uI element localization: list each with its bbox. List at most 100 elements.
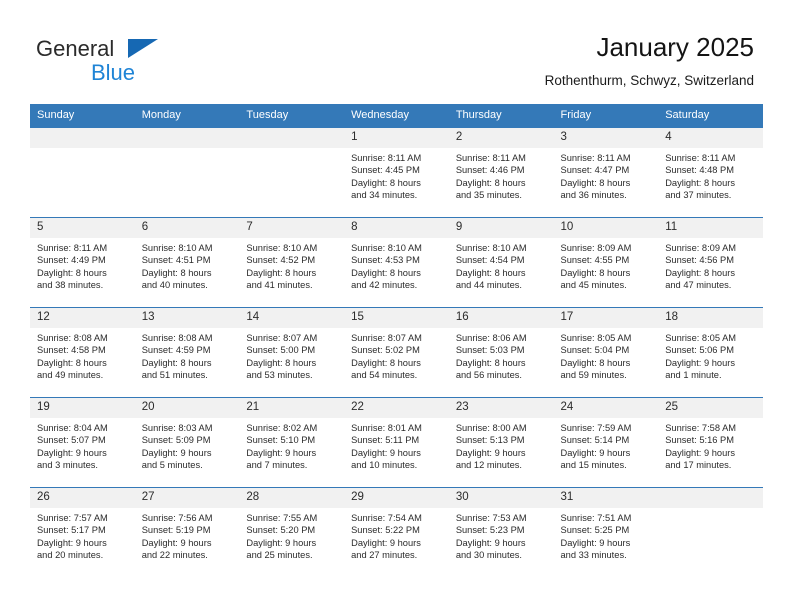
calendar-day-cell[interactable]: 20 Sunrise: 8:03 AM Sunset: 5:09 PM Dayligh… (134, 397, 240, 487)
day-number: 30 (448, 488, 554, 508)
day-cell-15[interactable]: 15 Sunrise: 8:07 AM Sunset: 5:02 PM Dayligh… (344, 307, 449, 397)
day-info-line: Daylight: 8 hours (560, 177, 631, 188)
day-number: 21 (239, 398, 345, 418)
day-info-line: Daylight: 9 hours (455, 447, 526, 458)
day-cell-10[interactable]: 10 Sunrise: 8:09 AM Sunset: 4:55 PM Dayligh… (553, 217, 659, 307)
day-cell-8[interactable]: 8 Sunrise: 8:10 AM Sunset: 4:53 PM Daylight… (344, 217, 449, 307)
calendar-day-cell[interactable]: 10 Sunrise: 8:09 AM Sunset: 4:55 PM Dayligh… (553, 217, 659, 307)
day-cell-20[interactable]: 20 Sunrise: 8:03 AM Sunset: 5:09 PM Dayligh… (134, 397, 240, 487)
day-cell-16[interactable]: 16 Sunrise: 8:06 AM Sunset: 5:03 PM Dayligh… (448, 307, 554, 397)
day-number: 8 (344, 218, 449, 238)
day-sun-info: Sunrise: 8:07 AM Sunset: 5:00 PM Daylight:… (239, 328, 344, 382)
day-cell-18[interactable]: 18 Sunrise: 8:05 AM Sunset: 5:06 PM Dayligh… (658, 307, 763, 397)
calendar-day-cell[interactable]: 17 Sunrise: 8:05 AM Sunset: 5:04 PM Dayligh… (553, 307, 659, 397)
day-info-line: Sunset: 4:45 PM (351, 165, 420, 176)
calendar-day-cell[interactable] (30, 127, 135, 217)
calendar-day-cell[interactable]: 3 Sunrise: 8:11 AM Sunset: 4:47 PM Daylight… (553, 127, 659, 217)
day-info-line: Sunrise: 8:08 AM (141, 333, 213, 343)
calendar-day-cell[interactable]: 29 Sunrise: 7:54 AM Sunset: 5:22 PM Dayligh… (344, 487, 449, 577)
calendar-day-cell[interactable]: 16 Sunrise: 8:06 AM Sunset: 5:03 PM Dayligh… (448, 307, 554, 397)
calendar-day-cell[interactable]: 30 Sunrise: 7:53 AM Sunset: 5:23 PM Dayligh… (448, 487, 554, 577)
day-info-line: and 35 minutes. (455, 190, 522, 201)
day-info-line: Sunrise: 8:08 AM (37, 333, 108, 343)
calendar-day-cell[interactable] (658, 487, 763, 577)
calendar-day-cell[interactable]: 13 Sunrise: 8:08 AM Sunset: 4:59 PM Dayligh… (134, 307, 240, 397)
day-sun-info: Sunrise: 8:10 AM Sunset: 4:53 PM Daylight:… (344, 238, 449, 292)
day-cell-23[interactable]: 23 Sunrise: 8:00 AM Sunset: 5:13 PM Dayligh… (448, 397, 554, 487)
day-cell-31[interactable]: 31 Sunrise: 7:51 AM Sunset: 5:25 PM Dayligh… (553, 487, 659, 577)
day-info-line: Sunrise: 8:02 AM (246, 423, 318, 433)
day-info-line: Daylight: 8 hours (246, 357, 317, 368)
day-cell-13[interactable]: 13 Sunrise: 8:08 AM Sunset: 4:59 PM Dayligh… (134, 307, 240, 397)
day-cell-11[interactable]: 11 Sunrise: 8:09 AM Sunset: 4:56 PM Dayligh… (658, 217, 763, 307)
day-cell-22[interactable]: 22 Sunrise: 8:01 AM Sunset: 5:11 PM Dayligh… (344, 397, 449, 487)
day-info-line: and 49 minutes. (37, 370, 104, 381)
day-number: 18 (658, 308, 763, 328)
calendar-day-cell[interactable]: 11 Sunrise: 8:09 AM Sunset: 4:56 PM Dayligh… (658, 217, 763, 307)
day-cell-5[interactable]: 5 Sunrise: 8:11 AM Sunset: 4:49 PM Daylight… (30, 217, 135, 307)
day-cell-28[interactable]: 28 Sunrise: 7:55 AM Sunset: 5:20 PM Dayligh… (239, 487, 345, 577)
day-cell-2[interactable]: 2 Sunrise: 8:11 AM Sunset: 4:46 PM Daylight… (448, 127, 554, 217)
day-cell-17[interactable]: 17 Sunrise: 8:05 AM Sunset: 5:04 PM Dayligh… (553, 307, 659, 397)
calendar-day-cell[interactable]: 21 Sunrise: 8:02 AM Sunset: 5:10 PM Dayligh… (239, 397, 345, 487)
day-cell-27[interactable]: 27 Sunrise: 7:56 AM Sunset: 5:19 PM Dayligh… (134, 487, 240, 577)
calendar-day-cell[interactable] (239, 127, 345, 217)
calendar-day-cell[interactable]: 22 Sunrise: 8:01 AM Sunset: 5:11 PM Dayligh… (344, 397, 449, 487)
calendar-day-cell[interactable]: 2 Sunrise: 8:11 AM Sunset: 4:46 PM Daylight… (448, 127, 554, 217)
day-sun-info: Sunrise: 8:11 AM Sunset: 4:46 PM Daylight:… (449, 148, 554, 202)
calendar-day-cell[interactable]: 12 Sunrise: 8:08 AM Sunset: 4:58 PM Dayligh… (30, 307, 135, 397)
calendar-day-cell[interactable]: 7 Sunrise: 8:10 AM Sunset: 4:52 PM Daylight… (239, 217, 345, 307)
day-info-line: Sunset: 5:23 PM (455, 525, 525, 536)
day-info-line: Sunset: 5:13 PM (455, 435, 525, 446)
day-cell-25[interactable]: 25 Sunrise: 7:58 AM Sunset: 5:16 PM Dayligh… (658, 397, 763, 487)
day-info-line: Sunrise: 8:11 AM (560, 153, 631, 163)
day-cell-30[interactable]: 30 Sunrise: 7:53 AM Sunset: 5:23 PM Dayligh… (448, 487, 554, 577)
day-cell-21[interactable]: 21 Sunrise: 8:02 AM Sunset: 5:10 PM Dayligh… (239, 397, 345, 487)
day-info-line: and 40 minutes. (141, 280, 208, 291)
day-cell-19[interactable]: 19 Sunrise: 8:04 AM Sunset: 5:07 PM Dayligh… (30, 397, 135, 487)
day-cell-4[interactable]: 4 Sunrise: 8:11 AM Sunset: 4:48 PM Daylight… (658, 127, 763, 217)
day-cell-7[interactable]: 7 Sunrise: 8:10 AM Sunset: 4:52 PM Daylight… (239, 217, 345, 307)
day-cell-1[interactable]: 1 Sunrise: 8:11 AM Sunset: 4:45 PM Daylight… (344, 127, 449, 217)
calendar-day-cell[interactable]: 28 Sunrise: 7:55 AM Sunset: 5:20 PM Dayligh… (239, 487, 345, 577)
day-info-line: Sunset: 5:10 PM (246, 435, 316, 446)
day-cell-14[interactable]: 14 Sunrise: 8:07 AM Sunset: 5:00 PM Dayligh… (239, 307, 345, 397)
day-sun-info: Sunrise: 7:58 AM Sunset: 5:16 PM Daylight:… (658, 418, 763, 472)
calendar-day-cell[interactable]: 23 Sunrise: 8:00 AM Sunset: 5:13 PM Dayligh… (448, 397, 554, 487)
calendar-day-cell[interactable]: 14 Sunrise: 8:07 AM Sunset: 5:00 PM Dayligh… (239, 307, 345, 397)
calendar-day-cell[interactable]: 15 Sunrise: 8:07 AM Sunset: 5:02 PM Dayligh… (344, 307, 449, 397)
day-info-line: and 27 minutes. (351, 550, 418, 561)
calendar-day-cell[interactable]: 25 Sunrise: 7:58 AM Sunset: 5:16 PM Dayligh… (658, 397, 763, 487)
day-number: 27 (134, 488, 240, 508)
calendar-day-cell[interactable]: 4 Sunrise: 8:11 AM Sunset: 4:48 PM Daylight… (658, 127, 763, 217)
calendar-day-cell[interactable]: 5 Sunrise: 8:11 AM Sunset: 4:49 PM Daylight… (30, 217, 135, 307)
day-info-line: and 34 minutes. (351, 190, 418, 201)
calendar-day-cell[interactable]: 6 Sunrise: 8:10 AM Sunset: 4:51 PM Daylight… (134, 217, 240, 307)
day-cell-9[interactable]: 9 Sunrise: 8:10 AM Sunset: 4:54 PM Daylight… (448, 217, 554, 307)
brand-logo[interactable]: General Blue (36, 36, 266, 88)
day-cell-3[interactable]: 3 Sunrise: 8:11 AM Sunset: 4:47 PM Daylight… (553, 127, 659, 217)
day-sun-info: Sunrise: 7:54 AM Sunset: 5:22 PM Daylight:… (344, 508, 449, 562)
day-cell-26[interactable]: 26 Sunrise: 7:57 AM Sunset: 5:17 PM Dayligh… (30, 487, 135, 577)
day-cell-12[interactable]: 12 Sunrise: 8:08 AM Sunset: 4:58 PM Dayligh… (30, 307, 135, 397)
day-cell-6[interactable]: 6 Sunrise: 8:10 AM Sunset: 4:51 PM Daylight… (134, 217, 240, 307)
day-info-line: Sunset: 5:09 PM (141, 435, 211, 446)
calendar-day-cell[interactable]: 9 Sunrise: 8:10 AM Sunset: 4:54 PM Daylight… (448, 217, 554, 307)
calendar-day-cell[interactable]: 26 Sunrise: 7:57 AM Sunset: 5:17 PM Dayligh… (30, 487, 135, 577)
calendar-day-cell[interactable]: 8 Sunrise: 8:10 AM Sunset: 4:53 PM Daylight… (344, 217, 449, 307)
calendar-day-cell[interactable]: 31 Sunrise: 7:51 AM Sunset: 5:25 PM Dayligh… (553, 487, 659, 577)
calendar-day-cell[interactable]: 24 Sunrise: 7:59 AM Sunset: 5:14 PM Dayligh… (553, 397, 659, 487)
day-info-line: Sunrise: 7:59 AM (560, 423, 632, 433)
calendar-day-cell[interactable]: 27 Sunrise: 7:56 AM Sunset: 5:19 PM Dayligh… (134, 487, 240, 577)
day-cell-24[interactable]: 24 Sunrise: 7:59 AM Sunset: 5:14 PM Dayligh… (553, 397, 659, 487)
calendar-day-cell[interactable]: 18 Sunrise: 8:05 AM Sunset: 5:06 PM Dayligh… (658, 307, 763, 397)
day-info-line: Sunrise: 7:53 AM (455, 513, 527, 523)
calendar-day-cell[interactable] (134, 127, 240, 217)
calendar-day-cell[interactable]: 1 Sunrise: 8:11 AM Sunset: 4:45 PM Daylight… (344, 127, 449, 217)
day-sun-info: Sunrise: 8:11 AM Sunset: 4:49 PM Daylight:… (30, 238, 135, 292)
brand-logo-top-row: General (36, 36, 266, 62)
day-cell-29[interactable]: 29 Sunrise: 7:54 AM Sunset: 5:22 PM Dayligh… (344, 487, 449, 577)
day-info-line: Sunrise: 8:09 AM (560, 243, 632, 253)
calendar-day-cell[interactable]: 19 Sunrise: 8:04 AM Sunset: 5:07 PM Dayligh… (30, 397, 135, 487)
day-info-line: Daylight: 9 hours (37, 447, 107, 458)
